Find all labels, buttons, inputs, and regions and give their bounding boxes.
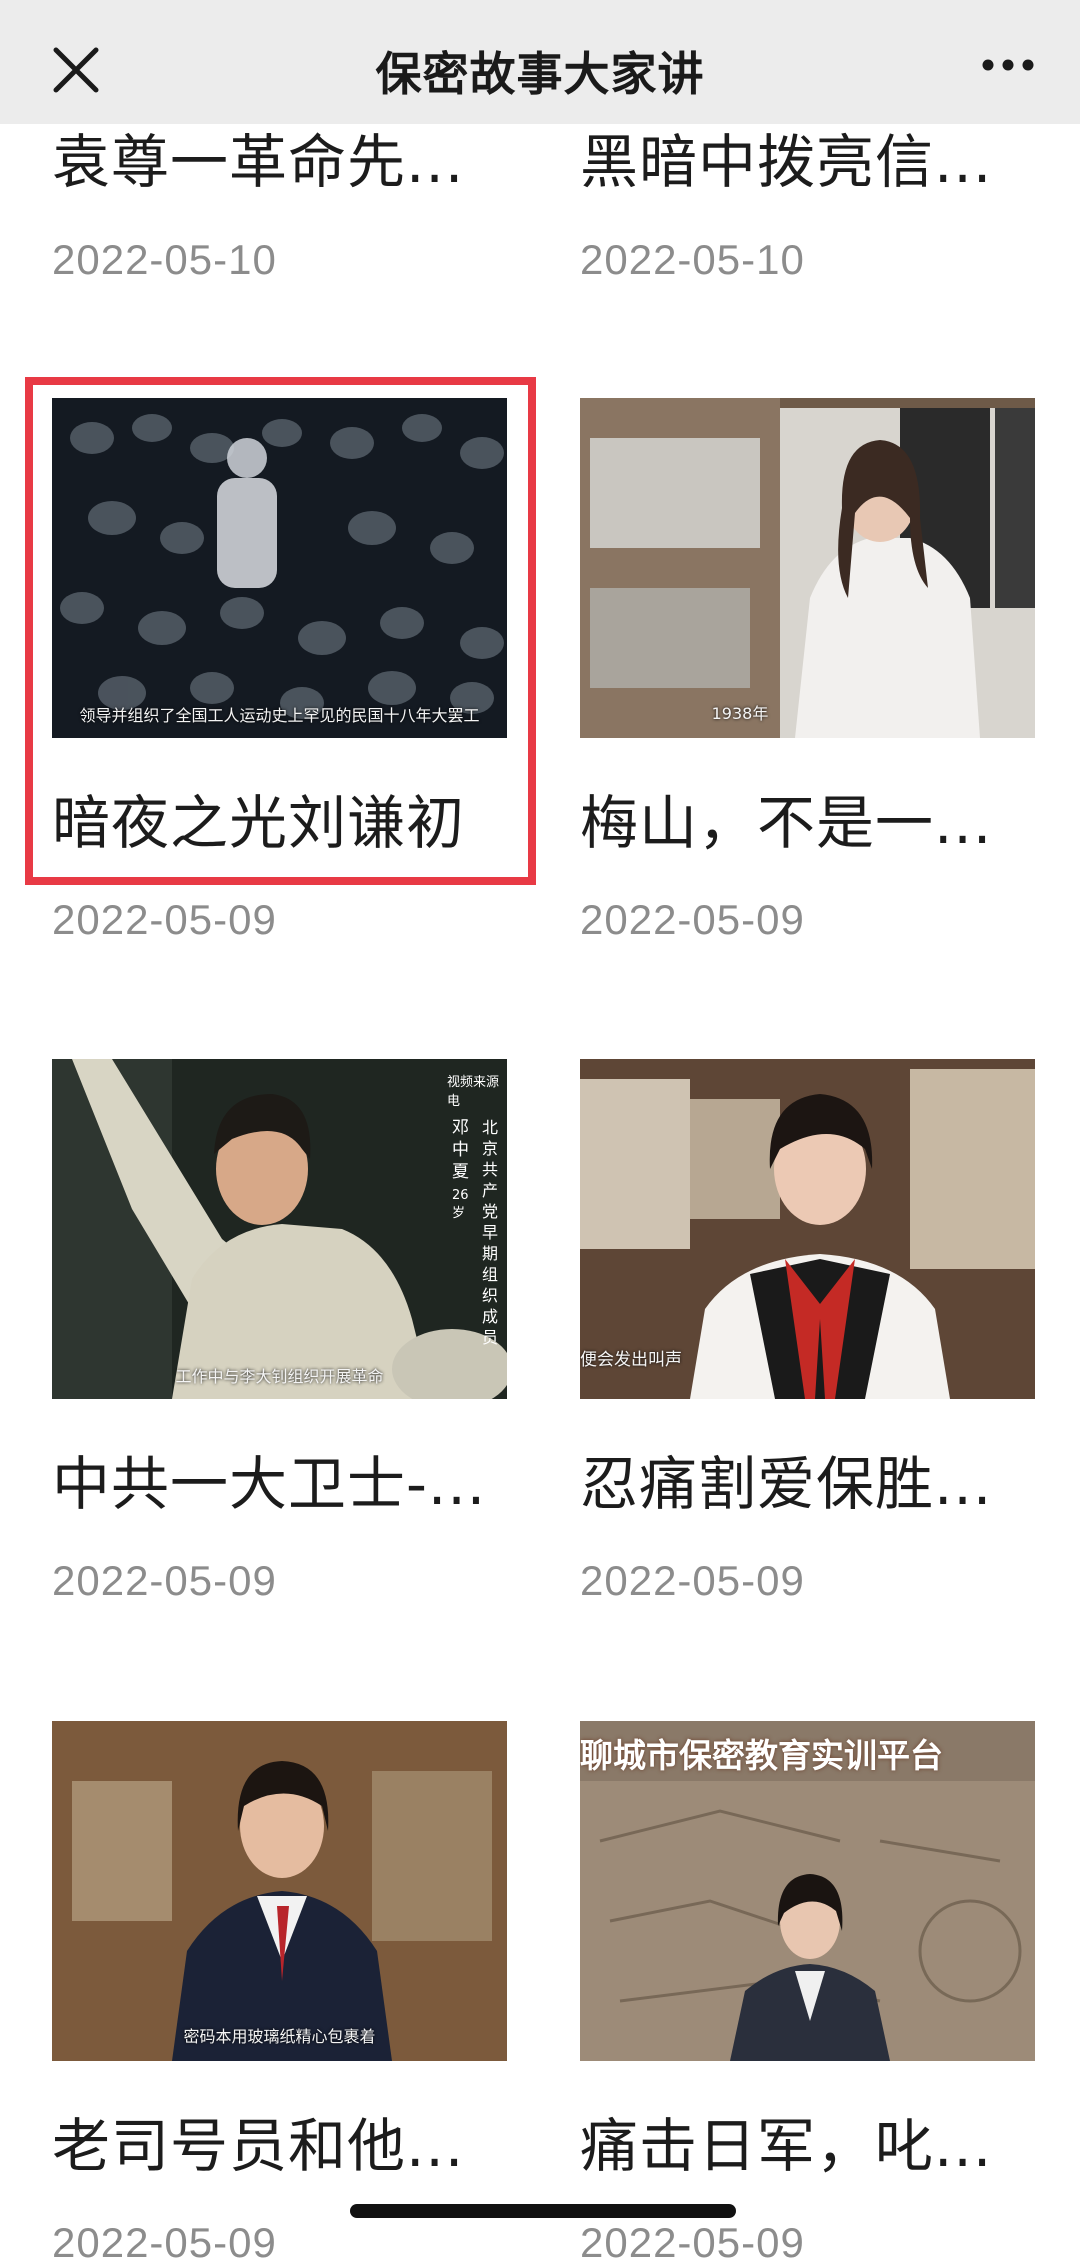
person-name: 邓中夏 [452,1118,469,1182]
platform-banner: 聊城市保密教育实训平台 [580,1736,943,1775]
article-date: 2022-05-09 [580,2219,805,2266]
video-thumbnail[interactable]: 便会发出叫声 [580,1059,1035,1399]
video-subtitle: 1938年 [711,704,769,723]
person-age: 26岁 [452,1188,469,1221]
article-date: 2022-05-09 [52,1557,277,1604]
video-subtitle: 工作中与李大钊组织开展革命 [175,1367,384,1386]
video-thumbnail[interactable]: 密码本用玻璃纸精心包裹着 [52,1721,507,2061]
more-button[interactable] [978,50,1038,80]
article-title: 中共一大卫士-... [52,1450,487,1518]
article-title: 黑暗中拨亮信... [580,128,993,196]
article-date: 2022-05-09 [580,1557,805,1604]
video-thumbnail[interactable]: 领导并组织了全国工人运动史上罕见的民国十八年大罢工 [52,398,507,738]
video-thumbnail[interactable]: 聊城市保密教育实训平台 [580,1721,1035,2061]
top-nav-bar: 保密故事大家讲 [0,0,1080,124]
article-date: 2022-05-09 [52,896,277,943]
video-subtitle: 密码本用玻璃纸精心包裹着 [183,2027,376,2046]
article-date: 2022-05-10 [52,236,277,283]
video-subtitle: 领导并组织了全国工人运动史上罕见的民国十八年大罢工 [79,706,480,725]
article-title: 袁尊一革命先... [52,128,465,196]
video-thumbnail[interactable]: 视频来源电 邓中夏 26岁 北京共产党早期组织成员 工作中与李大钊组织开展革命 [52,1059,507,1399]
article-grid: 袁尊一革命先... 2022-05-10 黑暗中拨亮信... 2022-05-1… [0,0,1080,2266]
article-title: 暗夜之光刘谦初 [52,789,466,857]
video-thumbnail[interactable]: 1938年 [580,398,1035,738]
article-date: 2022-05-09 [52,2219,277,2266]
article-title: 老司号员和他... [52,2112,465,2180]
article-title: 梅山，不是一... [580,789,993,857]
home-indicator[interactable] [350,2204,736,2218]
video-subtitle: 便会发出叫声 [580,1350,682,1370]
article-date: 2022-05-09 [580,896,805,943]
article-title: 痛击日军，叱... [580,2112,993,2180]
more-dots-icon [982,59,1034,71]
source-label: 视频来源电 [447,1075,500,1109]
person-desc: 北京共产党早期组织成员 [482,1118,499,1347]
article-date: 2022-05-10 [580,236,805,283]
page-title: 保密故事大家讲 [375,47,705,101]
article-title: 忍痛割爱保胜... [580,1450,993,1518]
